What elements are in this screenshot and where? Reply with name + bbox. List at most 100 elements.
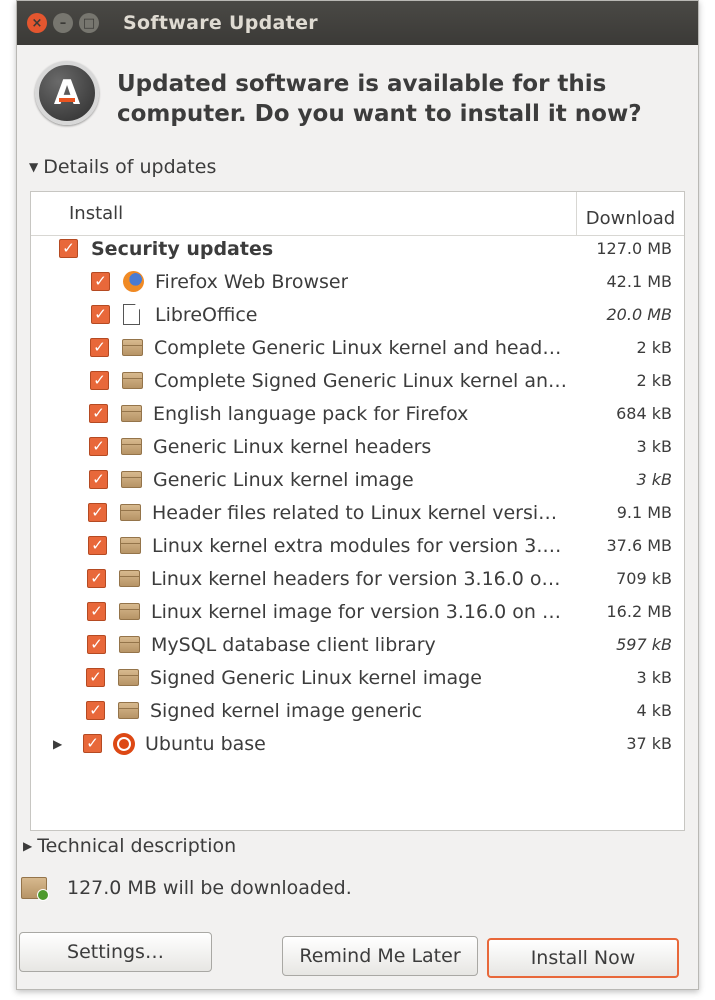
package-icon xyxy=(121,438,142,455)
item-label: MySQL database client library xyxy=(151,633,436,656)
package-icon xyxy=(121,471,142,488)
download-status: 127.0 MB will be downloaded. xyxy=(21,877,352,901)
tree-item-row[interactable]: ✓ English language pack for Firefox 684 kB xyxy=(31,397,684,430)
item-label: Signed kernel image generic xyxy=(150,699,423,722)
item-checkbox[interactable]: ✓ xyxy=(89,437,108,456)
item-checkbox[interactable]: ✓ xyxy=(86,668,105,687)
firefox-icon xyxy=(123,271,144,292)
package-icon xyxy=(120,537,141,554)
expander-closed-icon: ▶ xyxy=(23,839,33,853)
tree-group-row[interactable]: ✓ Security updates 127.0 MB xyxy=(31,232,684,265)
item-checkbox[interactable]: ✓ xyxy=(87,569,106,588)
expand-arrow-icon[interactable]: ▶ xyxy=(53,737,62,751)
minimize-icon[interactable]: – xyxy=(53,13,73,33)
close-icon[interactable]: × xyxy=(27,13,47,33)
tree-header: Install Download xyxy=(31,192,684,236)
tree-item-row[interactable]: ✓ Complete Signed Generic Linux kernel an… xyxy=(31,364,684,397)
tree-item-row[interactable]: ✓ Linux kernel image for version 3.16.0 o… xyxy=(31,595,684,628)
group-label: Security updates xyxy=(91,237,274,260)
tree-item-row[interactable]: ✓ Linux kernel extra modules for version … xyxy=(31,529,684,562)
settings-button[interactable]: Settings… xyxy=(19,932,212,972)
tree-item-row[interactable]: ✓ Generic Linux kernel headers 3 kB xyxy=(31,430,684,463)
ubuntu-icon xyxy=(113,732,135,755)
technical-expander[interactable]: ▶ Technical description xyxy=(23,835,236,857)
item-label: Generic Linux kernel headers xyxy=(153,435,432,458)
software-updater-window: × – □ Software Updater A Updated softwar… xyxy=(16,0,699,990)
group-size: 37 kB xyxy=(626,734,672,753)
package-icon xyxy=(121,405,142,422)
header: A Updated software is available for this… xyxy=(35,61,657,129)
group-size: 127.0 MB xyxy=(596,239,672,258)
item-size: 42.1 MB xyxy=(606,272,673,291)
item-size: 4 kB xyxy=(636,701,672,720)
item-label: Linux kernel headers for version 3.16.0 … xyxy=(151,567,561,590)
tree-item-row[interactable]: ✓ Complete Generic Linux kernel and head…… xyxy=(31,331,684,364)
software-updater-icon: A xyxy=(35,61,99,125)
remind-me-later-button[interactable]: Remind Me Later xyxy=(282,936,478,976)
item-checkbox[interactable]: ✓ xyxy=(90,338,109,357)
package-icon xyxy=(118,669,139,686)
tree-item-row[interactable]: ✓ Header files related to Linux kernel ve… xyxy=(31,496,684,529)
tree-item-row[interactable]: ✓ Signed kernel image generic 4 kB xyxy=(31,694,684,727)
column-header-install[interactable]: Install xyxy=(31,192,576,235)
item-checkbox[interactable]: ✓ xyxy=(86,701,105,720)
document-icon xyxy=(123,304,140,325)
package-icon xyxy=(119,570,140,587)
install-now-button[interactable]: Install Now xyxy=(487,938,679,978)
item-label: Linux kernel extra modules for version 3… xyxy=(152,534,562,557)
download-status-text: 127.0 MB will be downloaded. xyxy=(67,877,352,899)
package-icon xyxy=(120,504,141,521)
package-icon xyxy=(122,339,143,356)
tree-item-row[interactable]: ✓ MySQL database client library 597 kB xyxy=(31,628,684,661)
tree-group-row[interactable]: ▶ ✓ Ubuntu base 37 kB xyxy=(31,727,684,760)
tree-item-row[interactable]: ✓ Signed Generic Linux kernel image 3 kB xyxy=(31,661,684,694)
item-checkbox[interactable]: ✓ xyxy=(87,602,106,621)
item-checkbox[interactable]: ✓ xyxy=(88,503,107,522)
technical-expander-label: Technical description xyxy=(37,835,237,857)
item-checkbox[interactable]: ✓ xyxy=(91,272,110,291)
group-checkbox[interactable]: ✓ xyxy=(59,239,78,258)
tree-item-row[interactable]: ✓ LibreOffice 20.0 MB xyxy=(31,298,684,331)
package-icon xyxy=(119,636,140,653)
item-label: Header files related to Linux kernel ver… xyxy=(152,501,558,524)
package-icon xyxy=(118,702,139,719)
item-label: Signed Generic Linux kernel image xyxy=(150,666,482,689)
details-expander-label: Details of updates xyxy=(43,156,217,178)
item-size: 20.0 MB xyxy=(606,305,673,324)
tree-item-row[interactable]: ✓ Generic Linux kernel image 3 kB xyxy=(31,463,684,496)
column-header-download[interactable]: Download xyxy=(576,192,684,235)
item-size: 709 kB xyxy=(616,569,672,588)
details-expander[interactable]: ▼ Details of updates xyxy=(29,156,216,178)
item-label: Firefox Web Browser xyxy=(155,270,349,293)
item-size: 9.1 MB xyxy=(616,503,672,522)
item-label: English language pack for Firefox xyxy=(153,402,469,425)
item-checkbox[interactable]: ✓ xyxy=(90,371,109,390)
package-icon xyxy=(122,372,143,389)
updates-tree[interactable]: Install Download ✓ Security updates 127.0 … xyxy=(30,191,685,831)
item-size: 684 kB xyxy=(616,404,672,423)
item-checkbox[interactable]: ✓ xyxy=(87,635,106,654)
item-label: Linux kernel image for version 3.16.0 on… xyxy=(151,600,561,623)
tree-item-row[interactable]: ✓ Linux kernel headers for version 3.16.0… xyxy=(31,562,684,595)
download-package-icon xyxy=(21,877,49,901)
item-checkbox[interactable]: ✓ xyxy=(89,404,108,423)
update-message: Updated software is available for this c… xyxy=(117,71,642,127)
item-checkbox[interactable]: ✓ xyxy=(88,536,107,555)
item-size: 3 kB xyxy=(636,437,672,456)
item-label: LibreOffice xyxy=(155,303,258,326)
item-size: 2 kB xyxy=(636,338,672,357)
item-label: Generic Linux kernel image xyxy=(153,468,414,491)
item-size: 2 kB xyxy=(636,371,672,390)
item-size: 16.2 MB xyxy=(606,602,673,621)
item-label: Complete Signed Generic Linux kernel an… xyxy=(154,369,568,392)
item-size: 3 kB xyxy=(636,668,672,687)
window-title: Software Updater xyxy=(123,12,318,34)
maximize-icon[interactable]: □ xyxy=(79,13,99,33)
item-label: Complete Generic Linux kernel and head… xyxy=(154,336,562,359)
title-bar: × – □ Software Updater xyxy=(17,1,698,45)
item-checkbox[interactable]: ✓ xyxy=(89,470,108,489)
item-checkbox[interactable]: ✓ xyxy=(91,305,110,324)
group-checkbox[interactable]: ✓ xyxy=(83,734,102,753)
group-label: Ubuntu base xyxy=(145,732,266,755)
tree-item-row[interactable]: ✓ Firefox Web Browser 42.1 MB xyxy=(31,265,684,298)
